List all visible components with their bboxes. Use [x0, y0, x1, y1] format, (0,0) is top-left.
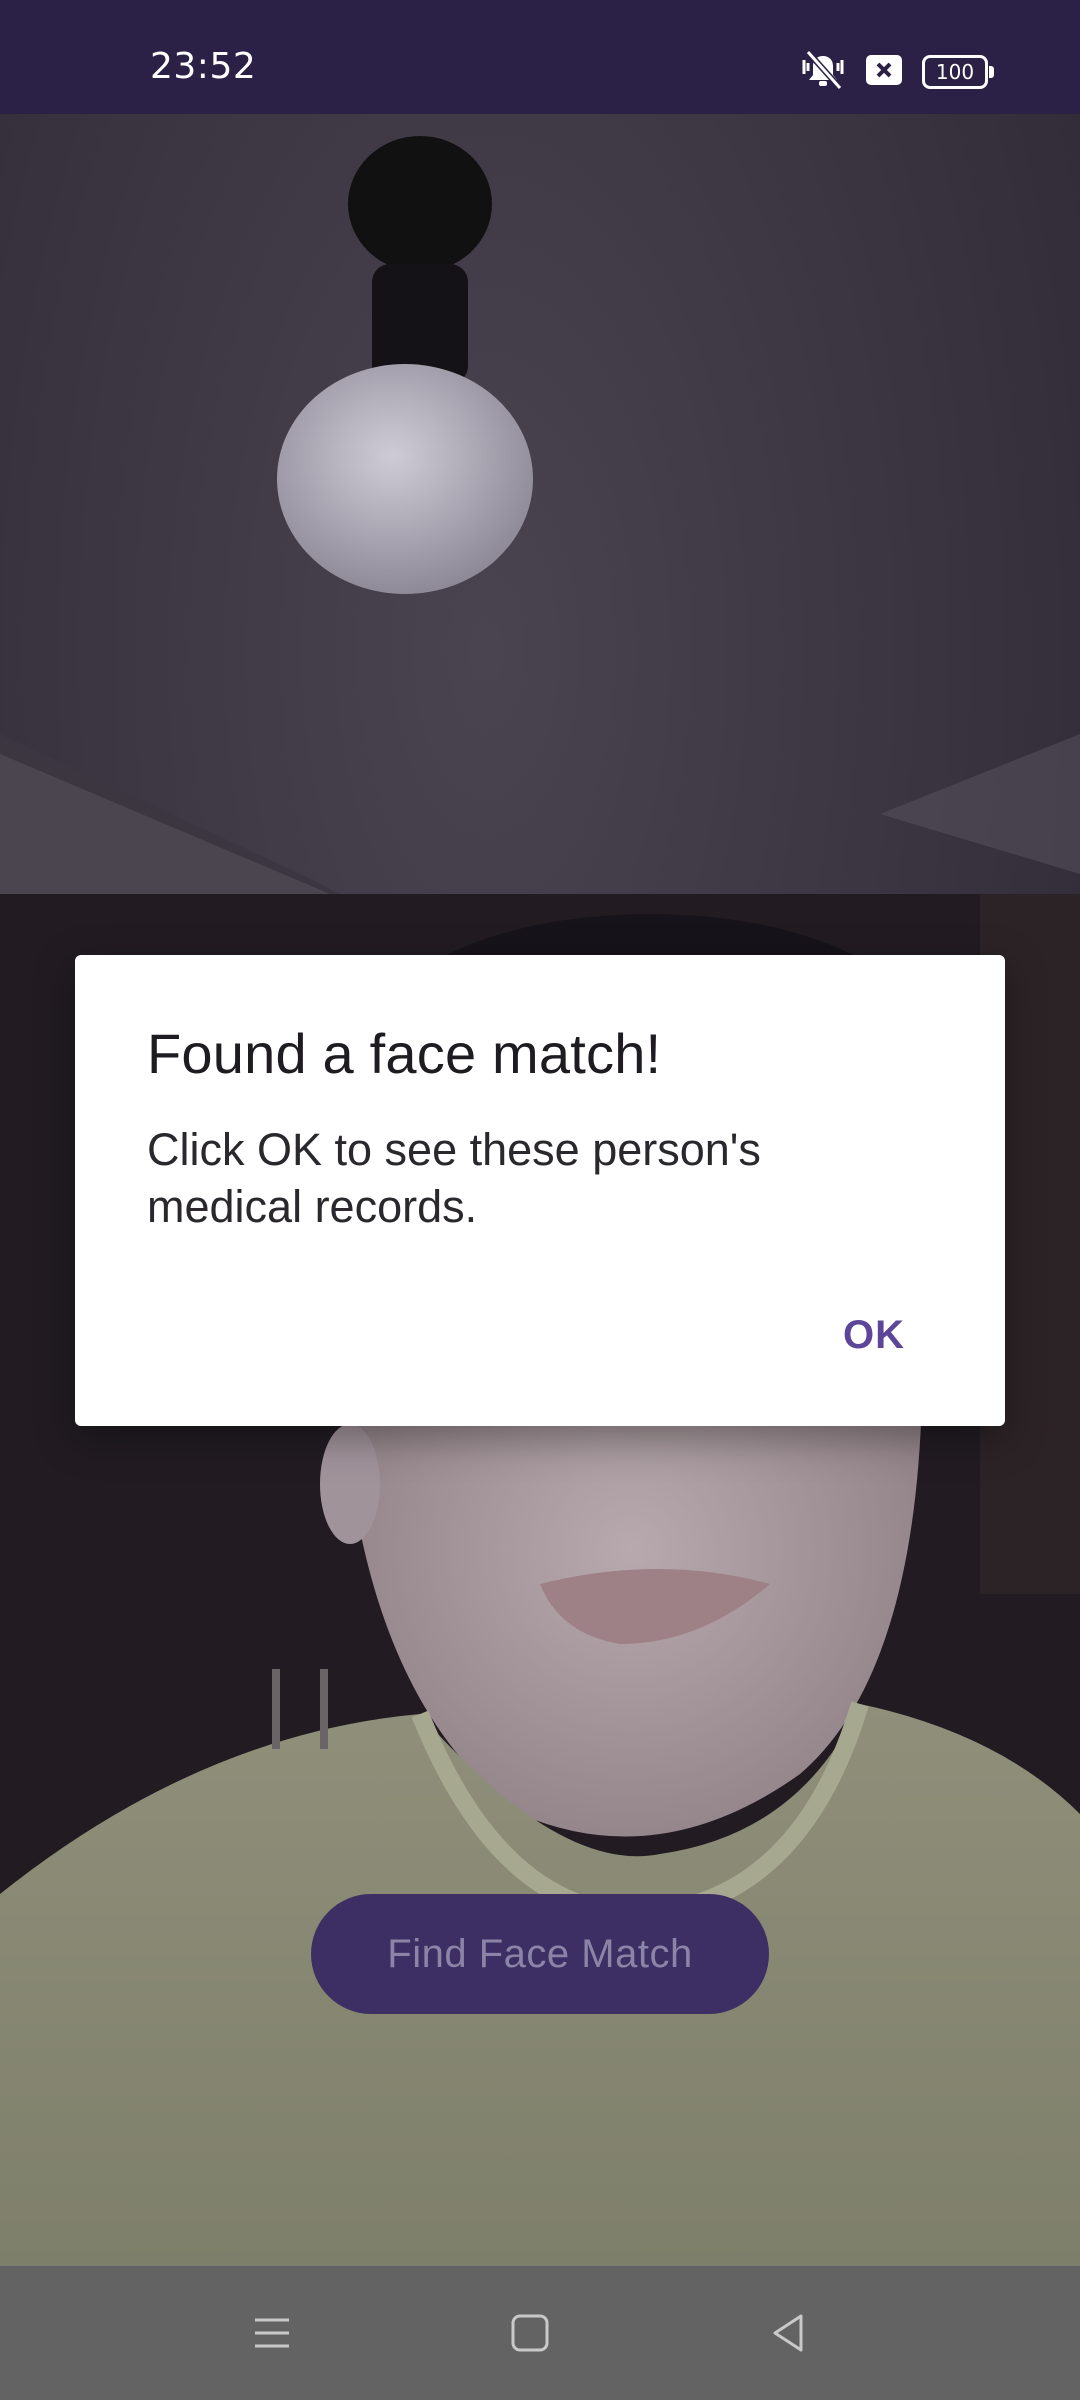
vibrate-off-icon	[800, 49, 846, 95]
dialog-title: Found a face match!	[147, 1022, 662, 1085]
home-icon[interactable]	[505, 2308, 555, 2358]
find-face-match-button[interactable]: Find Face Match	[311, 1894, 769, 2014]
battery-icon: 100	[922, 55, 994, 89]
status-icons: 100	[800, 49, 994, 95]
menu-icon[interactable]	[247, 2308, 297, 2358]
battery-level: 100	[935, 60, 975, 84]
face-match-dialog: Found a face match! Click OK to see thes…	[75, 955, 1005, 1426]
status-bar: 23:52 100	[0, 0, 1080, 114]
notification-x-icon	[866, 54, 902, 90]
navigation-bar	[0, 2266, 1080, 2400]
back-icon[interactable]	[763, 2308, 813, 2358]
dialog-message: Click OK to see these person's medical r…	[147, 1124, 761, 1232]
ok-button[interactable]: OK	[843, 1313, 905, 1358]
status-time: 23:52	[150, 46, 257, 87]
